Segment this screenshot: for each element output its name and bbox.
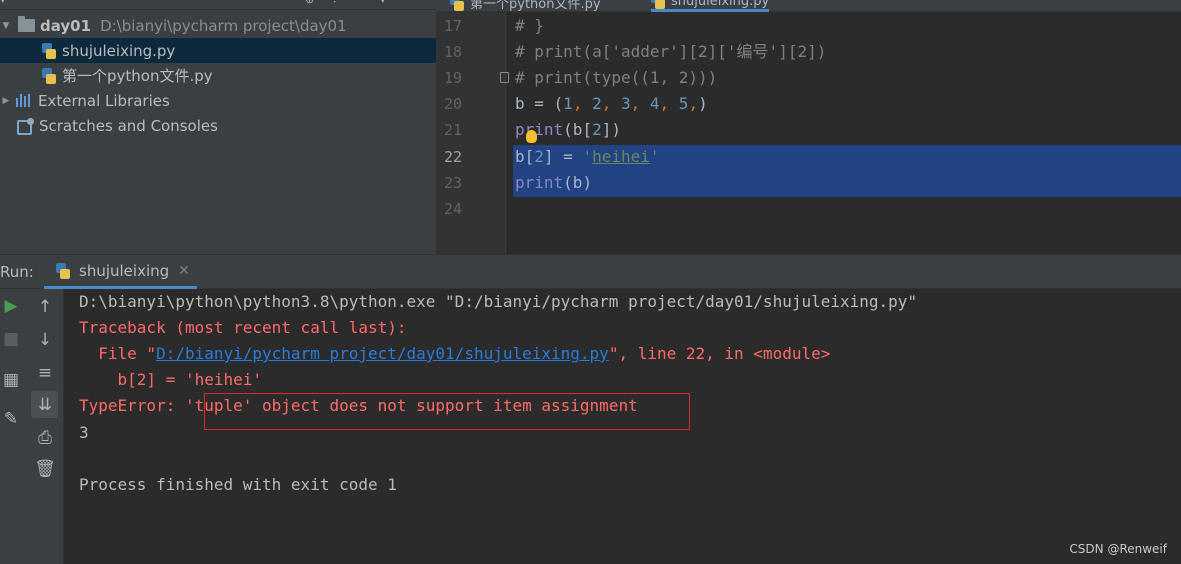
python-file-icon: [42, 67, 56, 84]
file-suffix: ", line 22, in <module>: [608, 344, 831, 363]
code-line: # }: [515, 16, 544, 35]
expand-arrow-icon[interactable]: ▶: [0, 96, 12, 106]
tree-item-day01[interactable]: ▼ day01 D:\bianyi\pycharm project\day01: [0, 13, 436, 38]
editor-tab-bar: 第一个python文件.py shujuleixing.py: [436, 0, 1181, 12]
code-area[interactable]: # } # print(a['adder'][2]['编号'][2]) # pr…: [507, 12, 1181, 254]
tree-item-shujuleixing[interactable]: shujuleixing.py: [0, 38, 436, 63]
run-tab-shujuleixing[interactable]: shujuleixing ✕: [44, 255, 197, 289]
down-arrow-icon[interactable]: ↓: [34, 330, 56, 350]
line-number: 24: [443, 200, 462, 218]
scratches-icon: [17, 118, 34, 135]
layout-icon[interactable]: ▦: [0, 370, 22, 390]
tab-first-python-file[interactable]: 第一个python文件.py: [450, 0, 601, 12]
tree-item-label: shujuleixing.py: [62, 41, 176, 60]
console-code-line: b[2] = 'heihei': [79, 370, 263, 389]
code-line: # print(type((1, 2))): [515, 68, 718, 87]
code-line-current: b[2] = 'heihei': [515, 147, 660, 166]
code-line: # print(a['adder'][2]['编号'][2]): [515, 42, 827, 61]
settings-icon[interactable]: ▾: [380, 0, 386, 6]
console-output: 3: [79, 423, 89, 442]
soft-wrap-icon[interactable]: ≡: [34, 363, 56, 383]
code-editor[interactable]: 第一个python文件.py shujuleixing.py 17 18 19 …: [436, 0, 1181, 254]
stop-icon[interactable]: ■: [0, 329, 22, 349]
tree-item-label: 第一个python文件.py: [62, 67, 213, 85]
console-file-line: File "D:/bianyi/pycharm project/day01/sh…: [79, 341, 830, 367]
expand-arrow-icon[interactable]: ▼: [0, 21, 12, 31]
tree-item-label: Scratches and Consoles: [39, 116, 218, 135]
python-icon: [56, 262, 70, 279]
project-panel: ▾ ⊕ ÷ ▾ ▼ day01 D:\bianyi\pycharm projec…: [0, 0, 436, 254]
line-number: 21: [443, 121, 462, 139]
tree-item-path: D:\bianyi\pycharm project\day01: [100, 16, 347, 35]
run-toolbar: ▶ ■ ▦ ✎ ↑ ↓ ≡ ⇊ ⎙ 🗑: [0, 289, 64, 564]
file-prefix: File ": [79, 344, 157, 363]
code-line: b = (1, 2, 3, 4, 5,): [515, 94, 708, 113]
watermark: CSDN @Renweif: [1069, 542, 1167, 556]
run-label: Run:: [0, 263, 34, 281]
rerun-icon[interactable]: ▶: [0, 296, 22, 316]
run-tab-label: shujuleixing: [79, 261, 170, 280]
collapse-icon[interactable]: ÷: [330, 0, 339, 6]
line-number: 20: [443, 95, 462, 113]
python-file-icon: [42, 42, 56, 59]
code-line: print(b): [515, 173, 593, 192]
pin-icon[interactable]: ✎: [0, 409, 22, 429]
tree-item-scratches[interactable]: Scratches and Consoles: [0, 113, 436, 138]
run-console[interactable]: D:\bianyi\python\python3.8\python.exe "D…: [64, 289, 1181, 564]
library-icon: [16, 94, 32, 107]
close-icon[interactable]: ✕: [178, 263, 190, 279]
console-traceback: Traceback (most recent call last):: [79, 318, 407, 337]
annotation-box: [204, 393, 690, 430]
tree-item-external-libraries[interactable]: ▶ External Libraries: [0, 88, 436, 113]
tab-label: shujuleixing.py: [671, 0, 770, 9]
intention-bulb-icon[interactable]: [526, 130, 537, 143]
folder-icon: [18, 16, 35, 32]
tree-item-first-python-file[interactable]: 第一个python文件.py: [0, 63, 436, 88]
tree-item-label: day01: [40, 16, 92, 35]
tab-shujuleixing[interactable]: shujuleixing.py: [651, 0, 770, 12]
line-number-gutter: 17 18 19 20 21 22 23 24: [436, 12, 509, 254]
run-tool-window-header: Run: shujuleixing ✕: [0, 254, 1181, 289]
python-file-icon: [450, 0, 464, 11]
tab-label: 第一个python文件.py: [470, 0, 601, 12]
up-arrow-icon[interactable]: ↑: [34, 297, 56, 317]
project-dropdown-icon[interactable]: ▾: [0, 0, 6, 6]
trash-icon[interactable]: 🗑: [34, 459, 56, 479]
python-file-icon: [651, 0, 665, 9]
line-number: 23: [443, 174, 462, 192]
line-number: 18: [443, 43, 462, 61]
scroll-to-end-icon[interactable]: ⇊: [34, 395, 56, 415]
line-number: 17: [443, 17, 462, 35]
file-link[interactable]: D:/bianyi/pycharm project/day01/shujulei…: [156, 344, 609, 363]
console-command: D:\bianyi\python\python3.8\python.exe "D…: [79, 292, 918, 311]
project-panel-header: ▾ ⊕ ÷ ▾: [0, 0, 436, 10]
locate-icon[interactable]: ⊕: [305, 0, 314, 6]
line-number-current: 22: [443, 148, 462, 166]
console-finished: Process finished with exit code 1: [79, 475, 397, 494]
line-number: 19: [443, 69, 462, 87]
tree-item-label: External Libraries: [38, 91, 170, 110]
print-icon[interactable]: ⎙: [34, 428, 56, 448]
